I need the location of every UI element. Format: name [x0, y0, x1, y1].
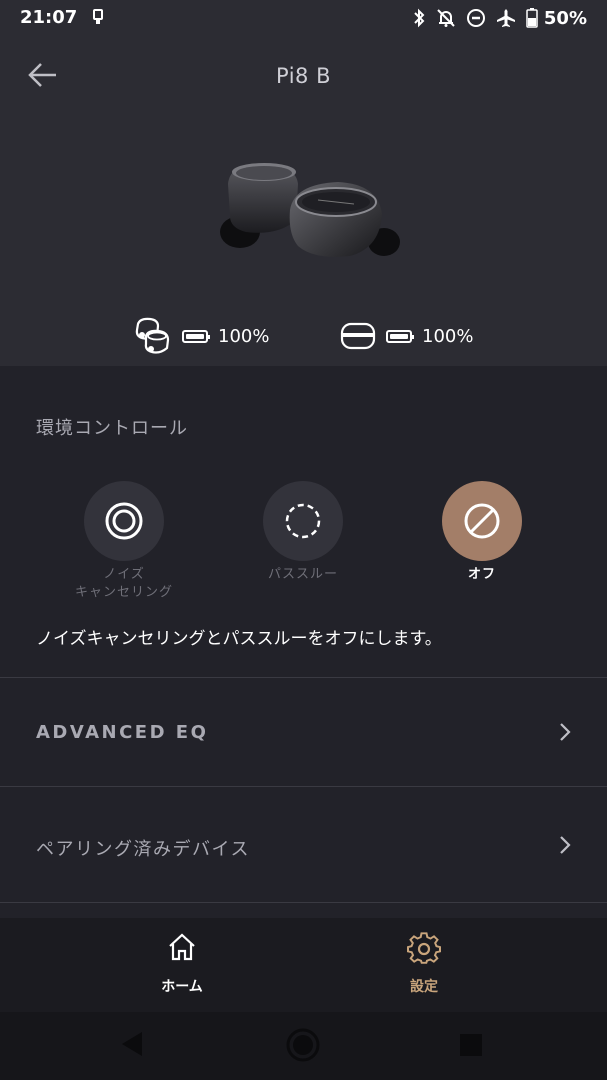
case-battery-gauge — [386, 329, 414, 343]
ambient-control-title: 環境コントロール — [36, 418, 188, 439]
off-button[interactable] — [442, 481, 522, 561]
earbuds-product-image — [220, 163, 400, 257]
earbuds-icon — [135, 317, 170, 354]
usb-notification-icon — [93, 9, 103, 24]
system-recents-icon[interactable] — [459, 1033, 483, 1057]
bluetooth-icon — [414, 8, 425, 28]
do-not-disturb-icon — [466, 9, 485, 27]
pass-through-button[interactable] — [263, 481, 343, 561]
nav-settings-label: 設定 — [410, 979, 438, 995]
noise-cancelling-label-line1: ノイズ — [103, 567, 145, 582]
bottom-nav: ホーム 設定 — [0, 918, 607, 1012]
noise-cancelling-label-line2: キャンセリング — [74, 585, 173, 600]
noise-cancelling-icon — [105, 502, 143, 540]
battery-icon — [526, 8, 538, 28]
battery-row: 100% 100% — [0, 316, 607, 356]
airplane-mode-icon — [496, 9, 515, 27]
status-bar: 21:07 50% — [0, 0, 607, 36]
advanced-eq-row[interactable]: ADVANCED EQ — [0, 678, 607, 786]
status-icons: 50% — [412, 7, 587, 29]
off-icon — [464, 503, 500, 539]
earbuds-battery: 100% — [134, 316, 269, 356]
divider — [0, 902, 607, 903]
noise-cancelling-button[interactable] — [84, 481, 164, 561]
battery-percent: 50% — [543, 7, 587, 29]
chevron-right-icon — [560, 723, 571, 741]
pass-through-icon — [285, 503, 321, 539]
chevron-right-icon — [560, 836, 571, 854]
charging-case-icon — [340, 322, 376, 350]
nav-home[interactable]: ホーム — [112, 918, 252, 1012]
noise-cancelling-label: ノイズ キャンセリング — [44, 566, 204, 602]
earbuds-battery-percent: 100% — [218, 325, 270, 347]
gear-icon — [407, 932, 441, 964]
pass-through-label: パススルー — [267, 567, 338, 582]
ambient-description: ノイズキャンセリングとパススルーをオフにします。 — [36, 629, 442, 649]
system-nav-bar — [0, 1012, 607, 1080]
system-back-icon[interactable] — [120, 1030, 144, 1058]
case-battery-percent: 100% — [422, 325, 474, 347]
off-label: オフ — [467, 567, 496, 582]
nav-home-label: ホーム — [161, 979, 203, 995]
case-battery: 100% — [340, 316, 473, 356]
status-time: 21:07 — [20, 7, 78, 28]
nav-settings[interactable]: 設定 — [354, 918, 494, 1012]
home-icon — [169, 933, 195, 961]
advanced-eq-label: ADVANCED EQ — [36, 722, 209, 743]
notifications-off-icon — [437, 9, 455, 27]
system-home-icon[interactable] — [286, 1028, 320, 1062]
paired-devices-label: ペアリング済みデバイス — [36, 839, 250, 860]
earbuds-battery-gauge — [182, 329, 210, 343]
device-title: Pi8 B — [276, 64, 331, 88]
paired-devices-row[interactable]: ペアリング済みデバイス — [0, 787, 607, 895]
